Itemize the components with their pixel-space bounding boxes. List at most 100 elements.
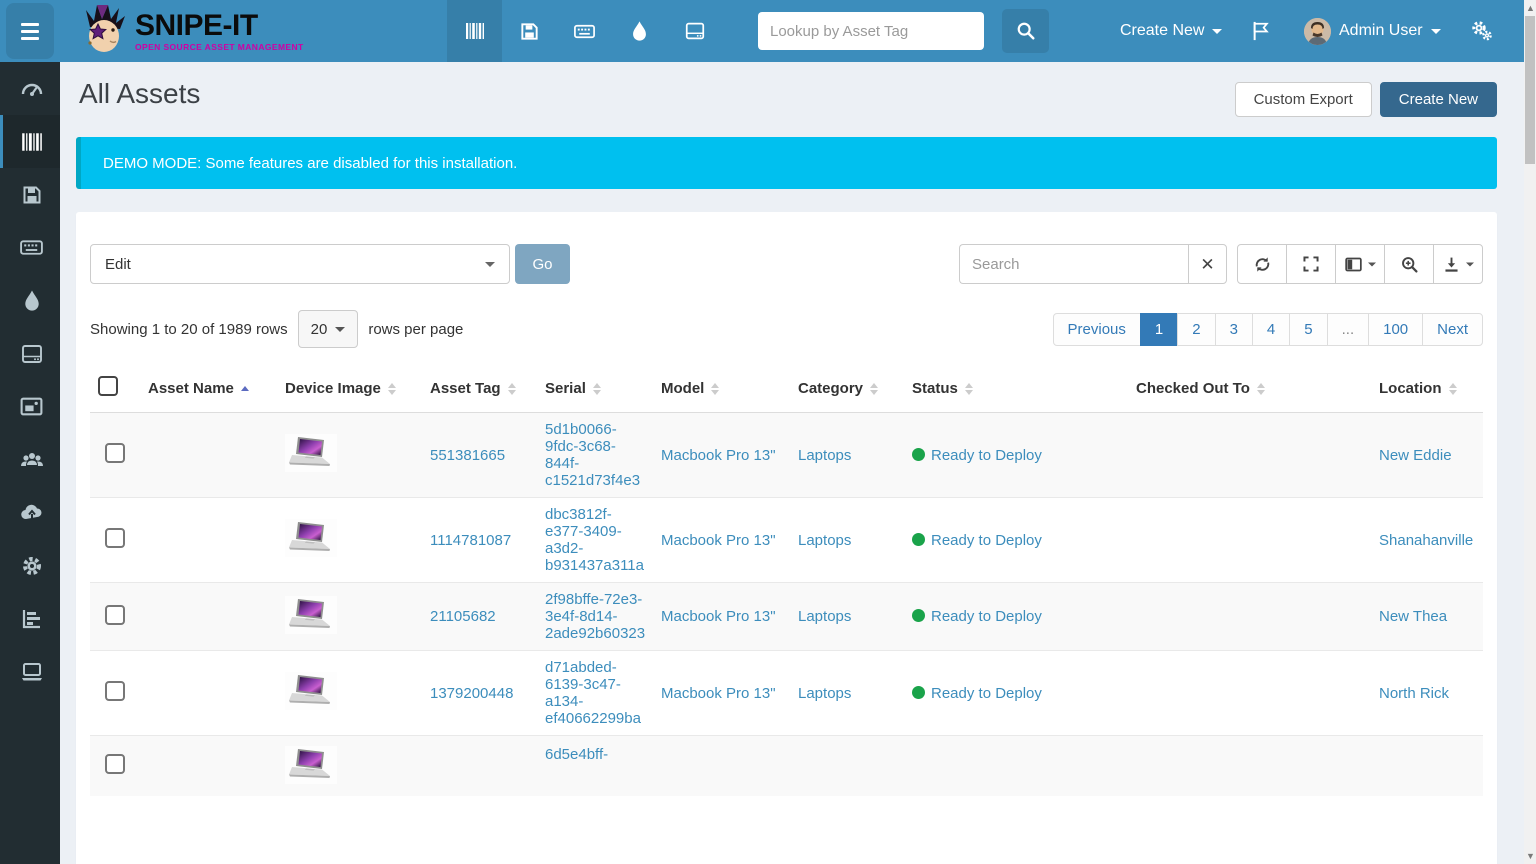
brand-logo[interactable]: SNIPE-IT OPEN SOURCE ASSET MANAGEMENT (82, 0, 304, 62)
select-all-checkbox[interactable] (98, 376, 118, 396)
pagination-previous-link[interactable]: Previous (1052, 312, 1141, 346)
column-header[interactable]: Asset Tag (422, 364, 537, 413)
pagination-page-...-link[interactable]: ... (1326, 312, 1370, 346)
status-link[interactable]: Ready to Deploy (931, 447, 1042, 464)
navbar-create-new-dropdown[interactable]: Create New (1120, 0, 1223, 62)
sidebar-item-assets[interactable] (0, 115, 60, 168)
pagination-page-2-link[interactable]: 2 (1177, 312, 1216, 346)
pagination-page-100-link[interactable]: 100 (1368, 312, 1424, 346)
sidebar-item-settings[interactable] (0, 539, 60, 592)
location-link[interactable]: New Eddie (1379, 447, 1452, 464)
bulk-go-button[interactable]: Go (515, 244, 570, 284)
pagination-page-4-link[interactable]: 4 (1251, 312, 1291, 346)
scrollbar-up-arrow[interactable]: ▲ (1526, 4, 1535, 13)
status-link[interactable]: Ready to Deploy (931, 532, 1042, 549)
sort-icon[interactable] (387, 382, 396, 395)
pagination: Previous 1 2 3 4 5... 100 Next (1052, 312, 1483, 346)
column-header[interactable]: Asset Name (140, 364, 277, 413)
bulk-actions-select[interactable]: Edit (90, 244, 510, 284)
category-link[interactable]: Laptops (798, 447, 851, 464)
sidebar-item-import[interactable] (0, 486, 60, 539)
row-checkbox[interactable] (105, 681, 125, 701)
export-button[interactable] (1433, 244, 1483, 284)
scrollbar-down-arrow[interactable]: ▼ (1526, 852, 1535, 861)
column-header[interactable]: Status (904, 364, 1128, 413)
column-header[interactable]: Category (790, 364, 904, 413)
fullscreen-button[interactable] (1286, 244, 1336, 284)
serial-link[interactable]: dbc3812f-e377-3409-a3d2-b931437a311a (545, 506, 644, 574)
asset-tag-link[interactable]: 1114781087 (430, 532, 511, 549)
pagination-next-link[interactable]: Next (1422, 312, 1483, 346)
status-link[interactable]: Ready to Deploy (931, 608, 1042, 625)
create-new-button[interactable]: Create New (1379, 82, 1497, 117)
nav-accessories[interactable] (557, 0, 612, 62)
category-link[interactable]: Laptops (798, 685, 851, 702)
refresh-button[interactable] (1237, 244, 1287, 284)
sort-asc-icon[interactable] (240, 386, 249, 392)
sort-icon[interactable] (507, 382, 516, 395)
serial-link[interactable]: 6d5e4bff- (545, 746, 608, 763)
asset-tag-link[interactable]: 21105682 (430, 608, 496, 625)
location-link[interactable]: Shanahanville (1379, 532, 1473, 549)
nav-licenses[interactable] (502, 0, 557, 62)
pagination-page-5-link[interactable]: 5 (1289, 312, 1328, 346)
scrollbar-thumb[interactable] (1525, 16, 1535, 164)
sort-icon[interactable] (1448, 382, 1457, 395)
sidebar-item-reports[interactable] (0, 592, 60, 645)
status-link[interactable]: Ready to Deploy (931, 685, 1042, 702)
nav-assets-barcode[interactable] (447, 0, 502, 62)
column-header[interactable]: Model (653, 364, 790, 413)
sidebar-item-licenses[interactable] (0, 168, 60, 221)
sort-icon[interactable] (592, 382, 601, 395)
row-checkbox[interactable] (105, 528, 125, 548)
serial-link[interactable]: d71abded-6139-3c47-a134-ef40662299ba (545, 659, 641, 727)
model-link[interactable]: Macbook Pro 13" (661, 447, 776, 464)
table-search-input[interactable] (959, 244, 1188, 284)
sidebar-item-accessories[interactable] (0, 221, 60, 274)
sort-icon[interactable] (1256, 382, 1265, 395)
row-checkbox[interactable] (105, 604, 125, 625)
detail-view-button[interactable] (1384, 244, 1434, 284)
location-link[interactable]: New Thea (1379, 608, 1447, 625)
sort-icon[interactable] (711, 382, 720, 395)
clear-search-button[interactable]: ✕ (1188, 244, 1227, 284)
custom-export-button[interactable]: Custom Export (1234, 82, 1372, 117)
location-link[interactable]: North Rick (1379, 685, 1449, 702)
sort-icon[interactable] (870, 382, 879, 395)
page-scrollbar[interactable]: ▲ ▼ (1524, 0, 1536, 864)
pagination-page-3-link[interactable]: 3 (1214, 312, 1253, 346)
sidebar-item-people[interactable] (0, 433, 60, 486)
sidebar-item-kits[interactable] (0, 380, 60, 433)
sidebar-item-requestable[interactable] (0, 645, 60, 698)
asset-tag-link[interactable]: 1379200448 (430, 685, 513, 702)
admin-settings-button[interactable] (1470, 0, 1494, 62)
model-link[interactable]: Macbook Pro 13" (661, 608, 776, 625)
sidebar-toggle-button[interactable] (6, 3, 54, 59)
row-checkbox[interactable] (105, 754, 125, 774)
asset-tag-link[interactable]: 551381665 (430, 447, 505, 464)
column-header[interactable]: Device Image (277, 364, 422, 413)
model-link[interactable]: Macbook Pro 13" (661, 532, 776, 549)
sort-icon[interactable] (964, 382, 973, 395)
user-menu[interactable]: Admin User (1304, 0, 1441, 62)
sidebar-item-components[interactable] (0, 327, 60, 380)
lookup-asset-tag-input[interactable] (758, 12, 984, 50)
page-size-dropdown[interactable]: 20 (297, 310, 359, 348)
serial-link[interactable]: 2f98bffe-72e3-3e4f-8d14-2ade92b60323 (545, 591, 645, 642)
pagination-page-1-link[interactable]: 1 (1139, 312, 1179, 346)
model-link[interactable]: Macbook Pro 13" (661, 685, 776, 702)
lookup-search-button[interactable] (1002, 9, 1049, 53)
row-checkbox[interactable] (105, 443, 125, 463)
columns-button[interactable] (1335, 244, 1385, 284)
column-header[interactable]: Checked Out To (1128, 364, 1371, 413)
category-link[interactable]: Laptops (798, 608, 851, 625)
nav-consumables[interactable] (612, 0, 667, 62)
serial-link[interactable]: 5d1b0066-9fdc-3c68-844f-c1521d73f4e3 (545, 421, 640, 489)
column-header[interactable]: Serial (537, 364, 653, 413)
nav-components[interactable] (667, 0, 722, 62)
category-link[interactable]: Laptops (798, 532, 851, 549)
column-header[interactable]: Location (1371, 364, 1483, 413)
sidebar-item-dashboard[interactable] (0, 62, 60, 115)
notifications-flag-button[interactable] (1251, 0, 1271, 62)
sidebar-item-consumables[interactable] (0, 274, 60, 327)
